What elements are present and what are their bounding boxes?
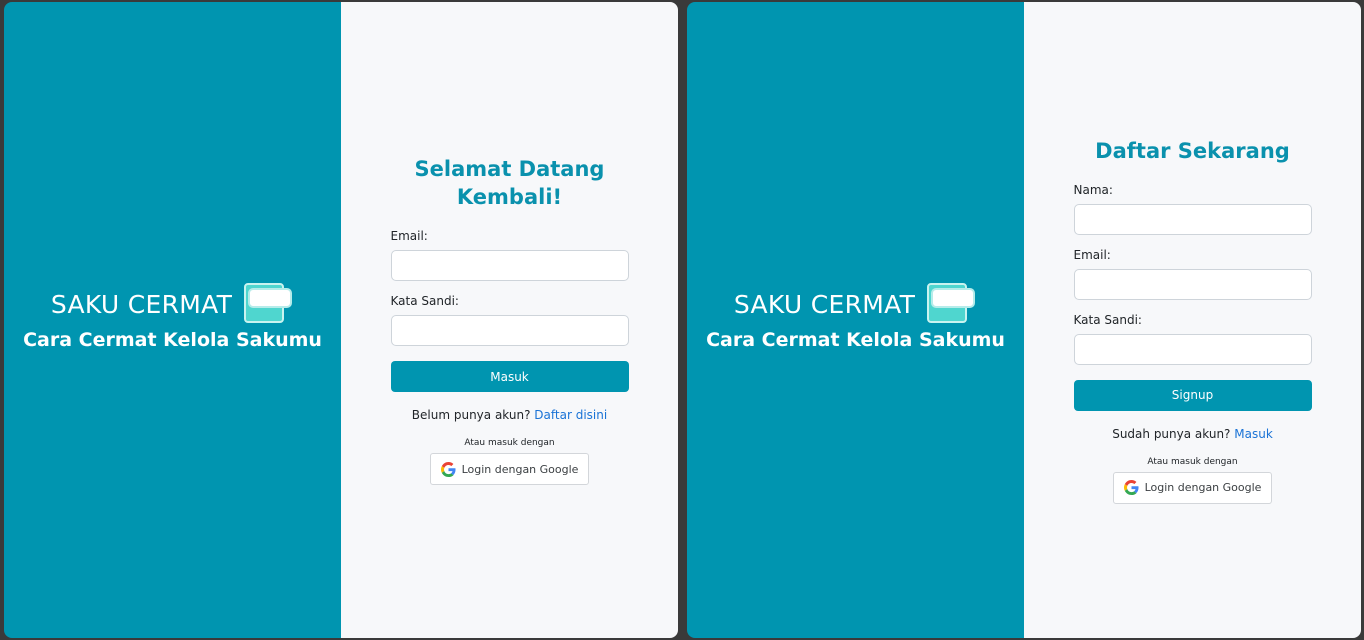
signup-form: Daftar Sekarang Nama: Email: Kata Sandi:… xyxy=(1073,137,1312,504)
login-prompt: Sudah punya akun? Masuk xyxy=(1074,427,1312,441)
brand-tagline: Cara Cermat Kelola Sakumu xyxy=(706,329,1005,351)
wallet-icon xyxy=(244,283,294,325)
email-field[interactable] xyxy=(390,250,629,281)
alt-login-text: Atau masuk dengan xyxy=(1147,456,1238,467)
password-field[interactable] xyxy=(390,315,629,346)
login-button[interactable]: Masuk xyxy=(390,361,629,392)
brand-row: SAKU CERMAT xyxy=(734,283,977,325)
alt-login-text: Atau masuk dengan xyxy=(464,438,555,448)
login-form: Selamat Datang Kembali! Email: Kata Sand… xyxy=(390,155,629,485)
brand-panel: SAKU CERMAT Cara Cermat Kelola Sakumu xyxy=(687,2,1024,638)
login-form-panel: Selamat Datang Kembali! Email: Kata Sand… xyxy=(341,2,678,638)
wallet-icon xyxy=(927,283,977,325)
brand-panel: SAKU CERMAT Cara Cermat Kelola Sakumu xyxy=(4,2,341,638)
email-field[interactable] xyxy=(1073,268,1312,300)
password-label: Kata Sandi: xyxy=(390,294,459,308)
name-field[interactable] xyxy=(1073,203,1312,235)
brand-tagline: Cara Cermat Kelola Sakumu xyxy=(23,329,322,351)
google-login-label: Login dengan Google xyxy=(1144,481,1262,494)
google-login-label: Login dengan Google xyxy=(461,462,579,476)
signup-title: Daftar Sekarang xyxy=(1095,138,1290,163)
login-window: SAKU CERMAT Cara Cermat Kelola Sakumu Se… xyxy=(4,2,678,638)
register-prompt: Belum punya akun? Daftar disini xyxy=(391,408,629,422)
password-field[interactable] xyxy=(1073,333,1312,365)
email-label: Email: xyxy=(390,229,428,243)
login-title: Selamat Datang Kembali! xyxy=(414,157,605,209)
name-label: Nama: xyxy=(1073,182,1113,197)
google-login-button[interactable]: Login dengan Google xyxy=(429,453,590,485)
brand-title: SAKU CERMAT xyxy=(50,289,233,319)
signup-button[interactable]: Signup xyxy=(1073,379,1312,411)
brand-row: SAKU CERMAT xyxy=(51,283,294,325)
login-prompt-text: Sudah punya akun? xyxy=(1112,426,1231,441)
register-prompt-text: Belum punya akun? xyxy=(411,408,531,422)
signup-window: SAKU CERMAT Cara Cermat Kelola Sakumu Da… xyxy=(687,2,1361,638)
login-link[interactable]: Masuk xyxy=(1234,427,1273,441)
register-link[interactable]: Daftar disini xyxy=(534,408,607,422)
brand-title: SAKU CERMAT xyxy=(733,289,916,319)
google-icon xyxy=(1123,480,1139,495)
email-label: Email: xyxy=(1073,247,1111,262)
google-icon xyxy=(440,461,456,477)
signup-form-panel: Daftar Sekarang Nama: Email: Kata Sandi:… xyxy=(1024,2,1361,638)
google-login-button[interactable]: Login dengan Google xyxy=(1112,471,1273,504)
password-label: Kata Sandi: xyxy=(1073,312,1142,327)
